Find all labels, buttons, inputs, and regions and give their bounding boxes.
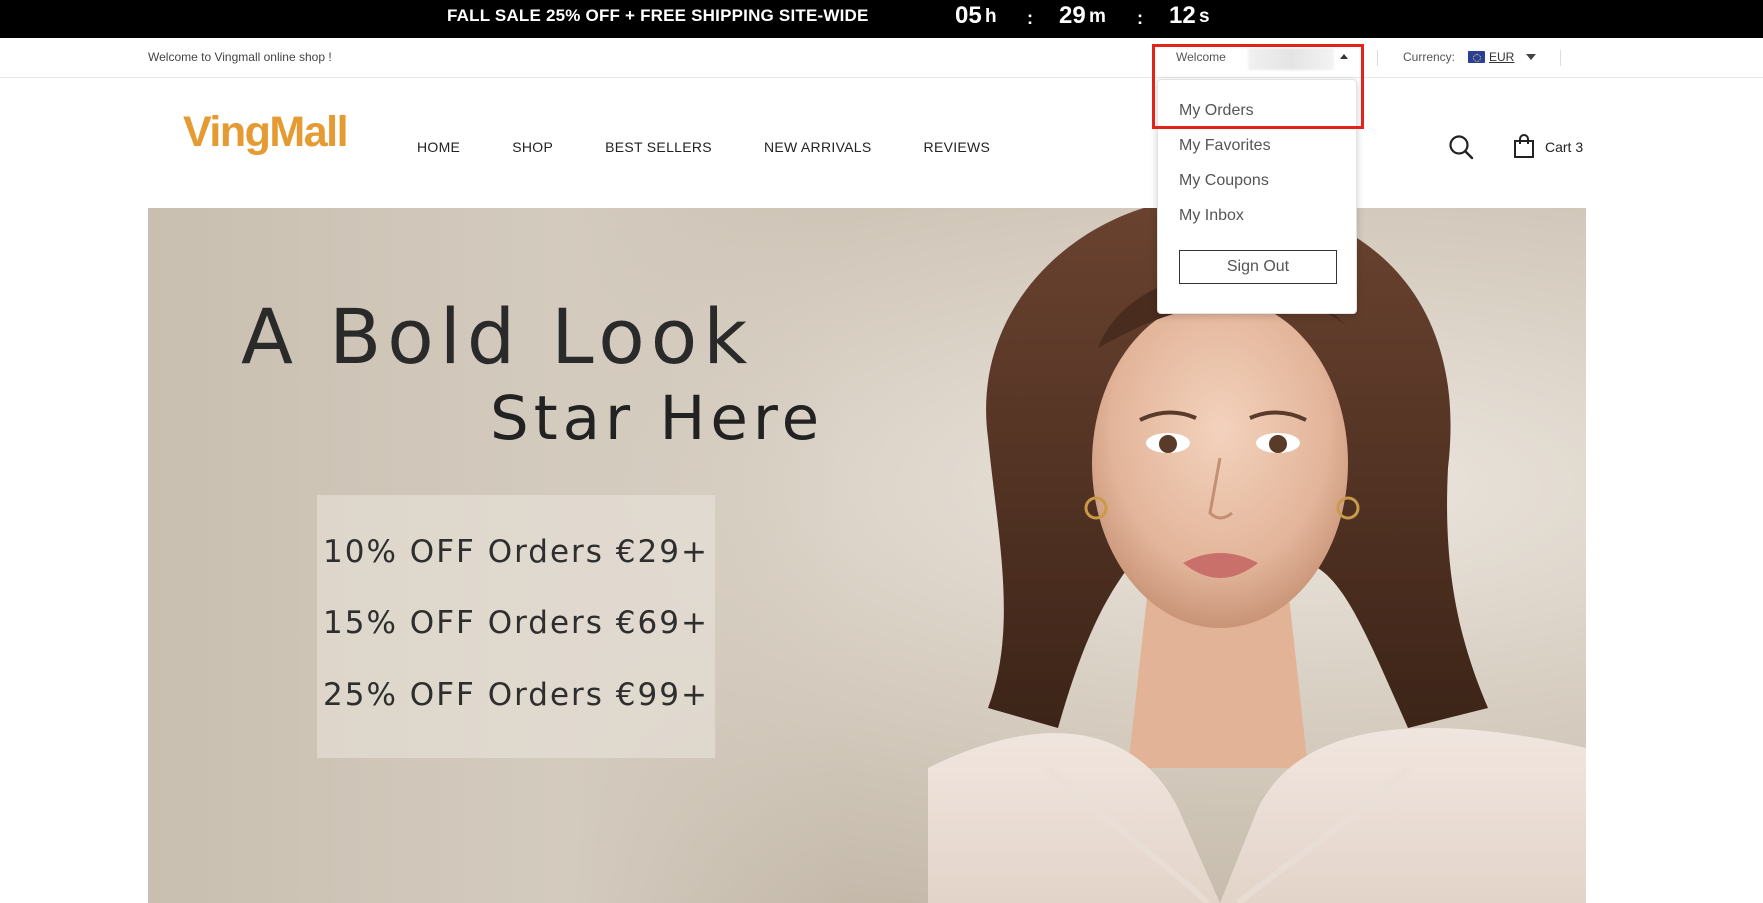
site-header: VingMall HOME SHOP BEST SELLERS NEW ARRI…	[0, 78, 1763, 208]
menu-item-my-inbox[interactable]: My Inbox	[1179, 207, 1244, 225]
hero-title-line1: A Bold Look	[241, 292, 754, 381]
search-icon[interactable]	[1448, 134, 1474, 160]
countdown-separator: :	[1027, 8, 1033, 28]
nav-reviews[interactable]: REVIEWS	[924, 139, 991, 155]
account-dropdown-toggle[interactable]: Welcome	[1152, 44, 1362, 70]
currency-selector[interactable]: Currency: EUR	[1403, 50, 1536, 64]
account-dropdown-menu: My Orders My Favorites My Coupons My Inb…	[1157, 79, 1357, 314]
menu-item-my-favorites[interactable]: My Favorites	[1179, 137, 1271, 155]
nav-new-arrivals[interactable]: NEW ARRIVALS	[764, 139, 872, 155]
chevron-down-icon[interactable]	[1526, 54, 1536, 60]
welcome-message: Welcome to Vingmall online shop !	[148, 50, 332, 64]
divider	[1560, 50, 1561, 66]
promo-text: FALL SALE 25% OFF + FREE SHIPPING SITE-W…	[447, 6, 869, 25]
shopping-bag-icon	[1514, 134, 1534, 158]
offer-line: 10% OFF Orders €29+	[323, 534, 709, 570]
main-nav: HOME SHOP BEST SELLERS NEW ARRIVALS REVI…	[417, 139, 1042, 155]
hero-title-line2: Star Here	[490, 383, 825, 454]
promo-bar: FALL SALE 25% OFF + FREE SHIPPING SITE-W…	[0, 0, 1763, 38]
cart-label: Cart 3	[1545, 139, 1584, 155]
sign-out-button[interactable]: Sign Out	[1179, 250, 1337, 284]
menu-item-my-coupons[interactable]: My Coupons	[1179, 172, 1269, 190]
top-utility-bar: Welcome to Vingmall online shop ! Welcom…	[0, 38, 1763, 78]
caret-up-icon	[1340, 54, 1348, 59]
currency-code[interactable]: EUR	[1489, 50, 1514, 64]
account-username-redacted	[1248, 48, 1334, 70]
countdown-separator: :	[1137, 8, 1143, 28]
offer-line: 15% OFF Orders €69+	[323, 605, 709, 641]
divider	[1377, 50, 1378, 66]
offers-panel: 10% OFF Orders €29+ 15% OFF Orders €69+ …	[317, 495, 715, 758]
offer-line: 25% OFF Orders €99+	[323, 677, 709, 713]
site-logo[interactable]: VingMall	[183, 108, 349, 157]
account-welcome-label: Welcome	[1176, 50, 1226, 64]
hero-banner[interactable]: A Bold Look Star Here 10% OFF Orders €29…	[148, 208, 1586, 903]
nav-shop[interactable]: SHOP	[512, 139, 553, 155]
nav-best-sellers[interactable]: BEST SELLERS	[605, 139, 712, 155]
menu-item-my-orders[interactable]: My Orders	[1179, 102, 1254, 120]
nav-home[interactable]: HOME	[417, 139, 460, 155]
eu-flag-icon	[1468, 51, 1485, 63]
currency-label: Currency:	[1403, 50, 1456, 64]
